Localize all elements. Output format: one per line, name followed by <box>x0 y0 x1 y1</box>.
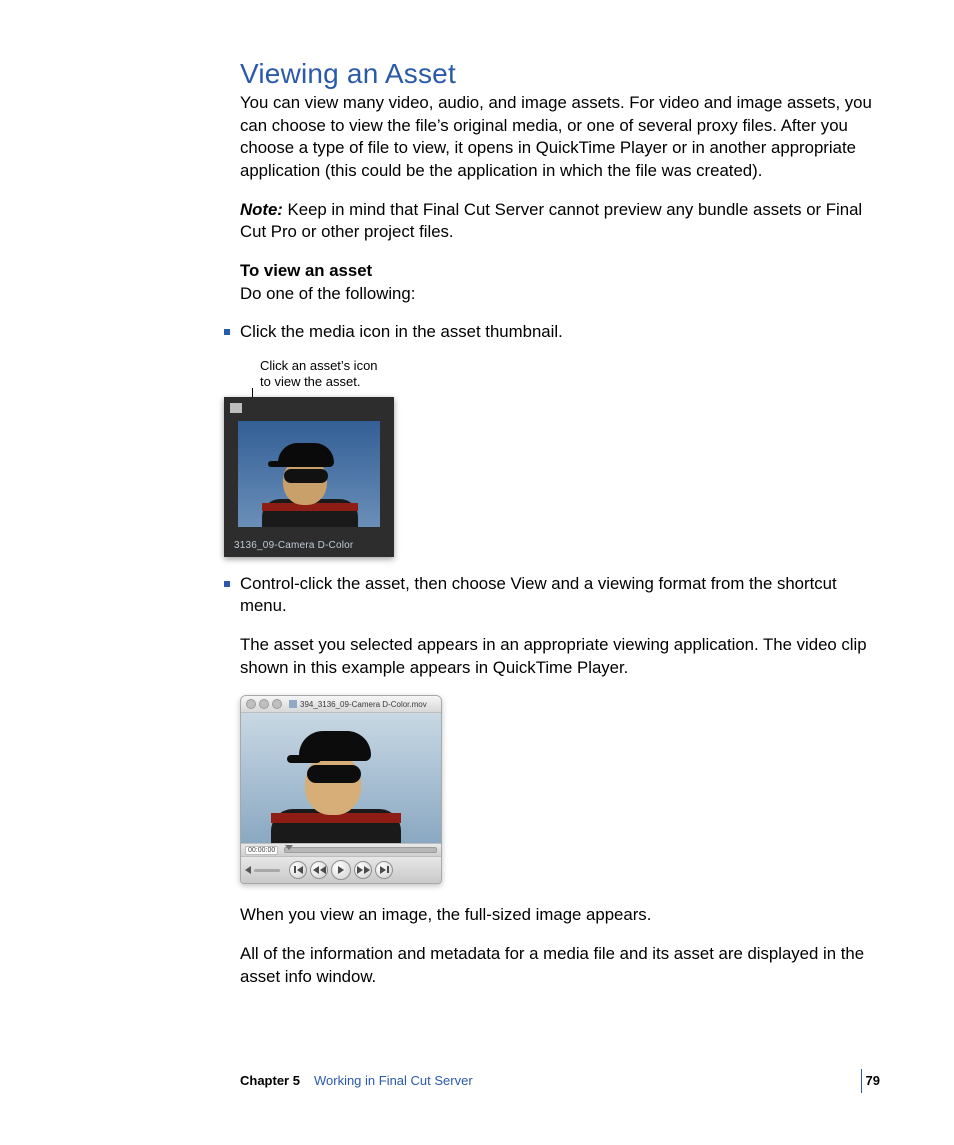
thumbnail-caption: 3136_09-Camera D-Color <box>234 540 353 551</box>
bullet-2-text: Control-click the asset, then choose Vie… <box>224 573 875 618</box>
quicktime-window-title: 394_3136_09-Camera D-Color.mov <box>300 700 427 709</box>
volume-slider[interactable] <box>254 869 280 872</box>
footer-title: Working in Final Cut Server <box>314 1073 473 1088</box>
task-heading: To view an asset <box>240 260 875 283</box>
section-heading: Viewing an Asset <box>240 58 875 90</box>
footer-page-number: 79 <box>866 1073 880 1088</box>
callout-text: Click an asset’s icon to view the asset. <box>260 358 875 391</box>
closing-1: When you view an image, the full-sized i… <box>224 904 875 927</box>
quicktime-controls <box>241 856 441 883</box>
note-label: Note: <box>240 200 283 219</box>
quicktime-titlebar[interactable]: 394_3136_09-Camera D-Color.mov <box>241 696 441 713</box>
list-item: Control-click the asset, then choose Vie… <box>224 573 875 989</box>
note-body: Keep in mind that Final Cut Server canno… <box>240 200 862 242</box>
document-proxy-icon[interactable] <box>289 700 297 708</box>
bullet-1-text: Click the media icon in the asset thumbn… <box>224 321 875 344</box>
note-paragraph: Note: Keep in mind that Final Cut Server… <box>240 199 875 244</box>
footer-divider <box>861 1069 862 1093</box>
fast-forward-button[interactable] <box>354 861 372 879</box>
quicktime-scrub-bar[interactable]: 00:00:00 <box>241 843 441 856</box>
zoom-icon[interactable] <box>272 699 282 709</box>
close-icon[interactable] <box>246 699 256 709</box>
go-to-start-button[interactable] <box>289 861 307 879</box>
media-type-icon[interactable] <box>230 403 242 413</box>
list-item: Click the media icon in the asset thumbn… <box>224 321 875 556</box>
timecode-display: 00:00:00 <box>245 846 278 855</box>
closing-2: All of the information and metadata for … <box>224 943 875 988</box>
page-footer: Chapter 5 Working in Final Cut Server 79 <box>240 1073 880 1088</box>
asset-thumbnail[interactable]: 3136_09-Camera D-Color <box>224 397 394 557</box>
thumbnail-frame <box>238 421 380 527</box>
footer-chapter: Chapter 5 <box>240 1073 300 1088</box>
minimize-icon[interactable] <box>259 699 269 709</box>
bullet-2-followup: The asset you selected appears in an app… <box>224 634 875 679</box>
intro-paragraph: You can view many video, audio, and imag… <box>240 92 875 183</box>
task-lead: Do one of the following: <box>240 283 875 306</box>
quicktime-window[interactable]: 394_3136_09-Camera D-Color.mov 00:00:00 <box>240 695 442 884</box>
volume-icon[interactable] <box>245 866 251 874</box>
go-to-end-button[interactable] <box>375 861 393 879</box>
rewind-button[interactable] <box>310 861 328 879</box>
play-button[interactable] <box>331 860 351 880</box>
playhead-track[interactable] <box>284 847 437 853</box>
quicktime-video-area[interactable] <box>241 713 441 843</box>
